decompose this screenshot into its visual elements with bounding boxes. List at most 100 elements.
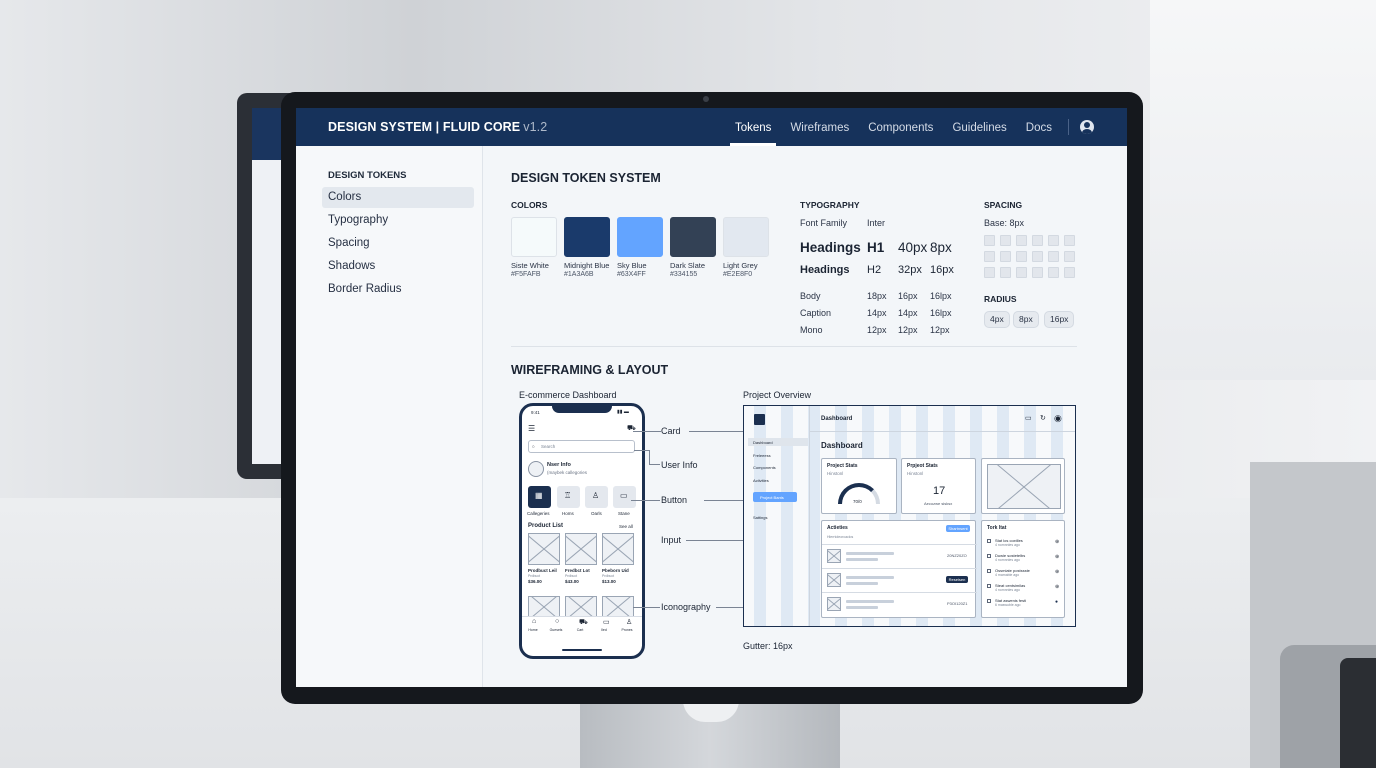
callout-iconography: Iconography: [661, 602, 711, 612]
sidebar-item-shadows[interactable]: Shadows: [322, 256, 474, 277]
task-action-icon[interactable]: ⊕: [1055, 539, 1059, 545]
callout-line: [634, 450, 650, 451]
product-sub: Prdbuct: [565, 574, 578, 578]
refresh-icon[interactable]: ↻: [1040, 414, 1046, 422]
nav-guidelines[interactable]: Guidelines: [943, 108, 1015, 146]
product-sub: Prdbuct: [602, 574, 615, 578]
type-row-tag: 14px: [867, 308, 887, 318]
phone-user-sub: (maybek callegories: [547, 470, 588, 475]
swatch-light-grey[interactable]: [723, 217, 769, 257]
tab-label: Guesels: [549, 628, 563, 632]
category-label: Callegeries: [527, 511, 550, 516]
swatch-dark-slate[interactable]: [670, 217, 716, 257]
phone-search-input[interactable]: ○ Search: [528, 440, 635, 453]
mail-icon[interactable]: ▭: [1025, 414, 1032, 422]
font-family-value: Inter: [867, 218, 886, 228]
task-checkbox[interactable]: [987, 584, 991, 588]
search-icon: ○: [532, 444, 535, 449]
nav-wireframes[interactable]: Wireframes: [781, 108, 858, 146]
activity-line: [846, 558, 878, 561]
sidebar-item-border-radius[interactable]: Border Radius: [322, 279, 474, 300]
swatch-hex: #63X4FF: [617, 271, 646, 278]
task-action-icon[interactable]: ⊕: [1055, 554, 1059, 560]
wf-primary-button[interactable]: Project Bants: [753, 492, 797, 502]
swatch-siste-white[interactable]: [511, 217, 557, 257]
search-icon[interactable]: ○: [555, 618, 559, 625]
cart-icon[interactable]: ⛟: [579, 618, 588, 627]
task-action-icon[interactable]: ⊕: [1055, 569, 1059, 575]
type-row-size: 32px: [898, 264, 922, 276]
wf-stats-card: Prpjeot Stats Hinstonl 17 Aecozwe sisksx: [901, 458, 976, 514]
swatch-hex: #E2E8F0: [723, 271, 753, 278]
callout-line: [689, 431, 744, 432]
wf-nav-item[interactable]: Dashboard: [753, 440, 773, 445]
radius-chip-8[interactable]: 8px: [1013, 311, 1039, 328]
typography-title: TYPOGRAPHY: [800, 200, 860, 210]
category-grid-icon[interactable]: ▦: [528, 486, 551, 508]
row-divider: [822, 592, 977, 593]
task-checkbox[interactable]: [987, 539, 991, 543]
sidebar-item-spacing[interactable]: Spacing: [322, 233, 474, 254]
wf-settings-item[interactable]: Sattings: [753, 515, 767, 520]
task-checkbox[interactable]: [987, 599, 991, 603]
product-image-placeholder: [602, 596, 634, 618]
category-store-icon[interactable]: ▭: [613, 486, 636, 508]
radius-chip-16[interactable]: 16px: [1044, 311, 1075, 328]
radius-chip-4[interactable]: 4px: [984, 311, 1010, 328]
type-row-tag: 18px: [867, 291, 887, 301]
wf-activities-button[interactable]: Shartnsent: [946, 525, 970, 532]
wf-dashboard-heading: Dashboard: [821, 441, 863, 450]
wf-primary-button-label: Project Bants: [760, 495, 784, 500]
sidebar-item-colors[interactable]: Colors: [322, 187, 474, 208]
wf-nav-item[interactable]: Freleeess: [753, 453, 771, 458]
spacing-unit-box: [1032, 235, 1043, 246]
swatch-hex: #F5FAFB: [511, 271, 541, 278]
list-icon[interactable]: ▭: [603, 618, 610, 626]
type-row-size: 16px: [898, 291, 918, 301]
nav-docs[interactable]: Docs: [1017, 108, 1061, 146]
type-row-tag: 12px: [867, 325, 887, 335]
activity-line: [846, 552, 894, 555]
home-indicator: [562, 649, 602, 651]
category-dress-icon[interactable]: ♙: [585, 486, 608, 508]
category-label: Oarls: [591, 511, 602, 516]
task-sub: 4 nomnnles ago: [995, 558, 1020, 562]
spacing-unit-box: [1000, 235, 1011, 246]
product-price: $43.00: [565, 579, 579, 584]
swatch-midnight-blue[interactable]: [564, 217, 610, 257]
wf-stats-sub: Hinstonl: [907, 471, 924, 476]
nav-tokens[interactable]: Tokens: [726, 108, 780, 146]
sidebar-item-typography[interactable]: Typography: [322, 210, 474, 231]
category-shirt-icon[interactable]: ♖: [557, 486, 580, 508]
home-icon[interactable]: ⌂: [532, 618, 536, 625]
radius-title: RADIUS: [984, 294, 1017, 304]
logo-icon: [754, 414, 765, 425]
menu-icon[interactable]: ☰: [528, 424, 535, 433]
wf-nav-item[interactable]: Components: [753, 465, 776, 470]
task-action-icon[interactable]: ⊕: [1055, 584, 1059, 590]
wf-stats-title: Project Stats: [827, 463, 858, 469]
task-checkbox[interactable]: [987, 569, 991, 573]
callout-input: Input: [661, 535, 682, 545]
spacing-unit-box: [1048, 235, 1059, 246]
callout-line: [633, 431, 661, 432]
see-all-link[interactable]: See all: [619, 524, 633, 529]
profile-icon[interactable]: ♙: [626, 618, 632, 626]
task-info-icon[interactable]: ●: [1055, 599, 1058, 605]
task-checkbox[interactable]: [987, 554, 991, 558]
product-price: $13.00: [602, 579, 616, 584]
callout-button: Button: [661, 495, 688, 505]
nav-components[interactable]: Components: [859, 108, 942, 146]
swatch-sky-blue[interactable]: [617, 217, 663, 257]
user-avatar-icon[interactable]: [1080, 120, 1094, 134]
wf-activities-sub: Hlerrtoleorcaclos: [827, 535, 854, 539]
app-title: DESIGN SYSTEM | FLUID CORE v1.2: [328, 120, 548, 134]
swatch-name: Siste White: [511, 261, 549, 270]
type-row-spacing: 8px: [930, 240, 952, 255]
wf-nav-item[interactable]: Activities: [753, 478, 769, 483]
product-image-placeholder: [528, 596, 560, 618]
profile-icon[interactable]: ◉: [1054, 413, 1062, 424]
user-avatar-icon: [528, 461, 544, 477]
task-sub: 4 nomnnles ago: [995, 588, 1020, 592]
type-row-label: Headings: [800, 264, 850, 276]
